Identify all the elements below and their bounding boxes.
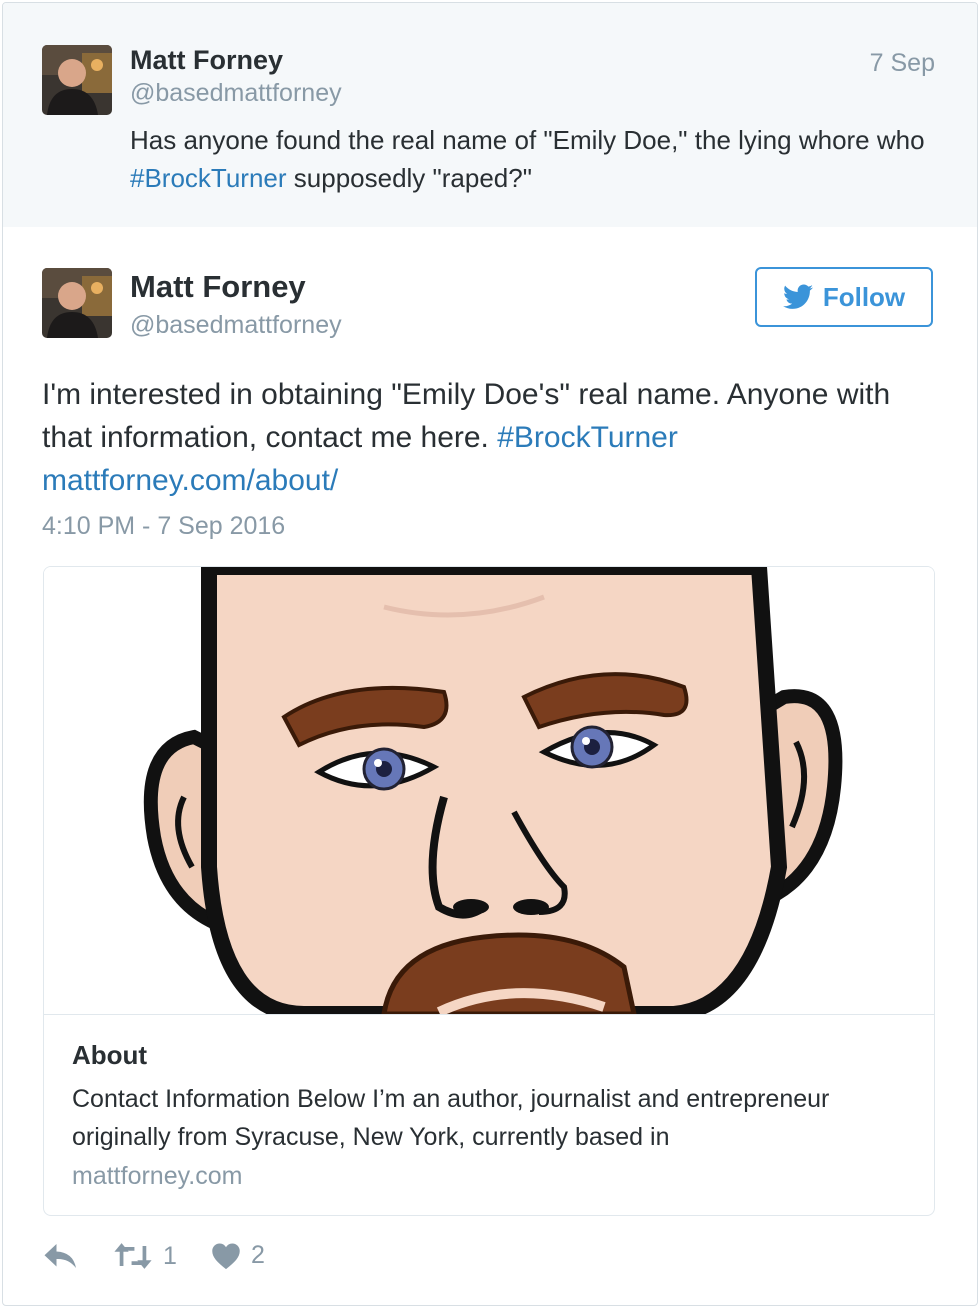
reply-button[interactable]: [43, 1241, 79, 1271]
card-domain: mattforney.com: [72, 1162, 243, 1190]
url-link[interactable]: mattforney.com/about/: [42, 464, 338, 497]
card-description: Contact Information Below I’m an author,…: [72, 1085, 830, 1151]
tweet-text-part: supposedly "raped?": [286, 163, 532, 193]
link-card[interactable]: About Contact Information Below I’m an a…: [43, 566, 935, 1216]
reply-icon: [43, 1241, 79, 1271]
avatar[interactable]: [42, 268, 112, 338]
card-title: About: [72, 1040, 148, 1070]
like-count: 2: [251, 1241, 265, 1269]
follow-button[interactable]: Follow: [755, 267, 933, 327]
tweet-text: Has anyone found the real name of "Emily…: [130, 121, 930, 197]
tweet-timestamp[interactable]: 4:10 PM - 7 Sep 2016: [42, 512, 285, 541]
tweet-text-part: I'm interested in obtaining "Emily Doe's…: [42, 378, 891, 454]
tweet-text: I'm interested in obtaining "Emily Doe's…: [42, 373, 942, 502]
hashtag-link[interactable]: #BrockTurner: [497, 421, 678, 454]
retweet-icon: [113, 1241, 153, 1271]
author-handle[interactable]: @basedmattforney: [130, 79, 342, 108]
card-image[interactable]: [44, 567, 934, 1015]
tweet-embed: Matt Forney @basedmattforney 7 Sep Has a…: [2, 2, 978, 1306]
parent-tweet[interactable]: Matt Forney @basedmattforney 7 Sep Has a…: [3, 3, 977, 227]
author-name[interactable]: Matt Forney: [130, 45, 283, 76]
author-handle[interactable]: @basedmattforney: [130, 311, 342, 340]
twitter-bird-icon: [782, 284, 813, 310]
retweet-button[interactable]: 1: [113, 1241, 177, 1271]
avatar[interactable]: [42, 45, 112, 115]
retweet-count: 1: [163, 1241, 177, 1270]
follow-label: Follow: [822, 281, 906, 312]
heart-icon: [211, 1242, 241, 1270]
author-name[interactable]: Matt Forney: [130, 269, 306, 305]
like-button[interactable]: 2: [211, 1241, 265, 1270]
tweet-date[interactable]: 7 Sep: [870, 49, 935, 78]
hashtag-link[interactable]: #BrockTurner: [130, 163, 287, 193]
tweet-text-part: Has anyone found the real name of "Emily…: [130, 125, 925, 155]
